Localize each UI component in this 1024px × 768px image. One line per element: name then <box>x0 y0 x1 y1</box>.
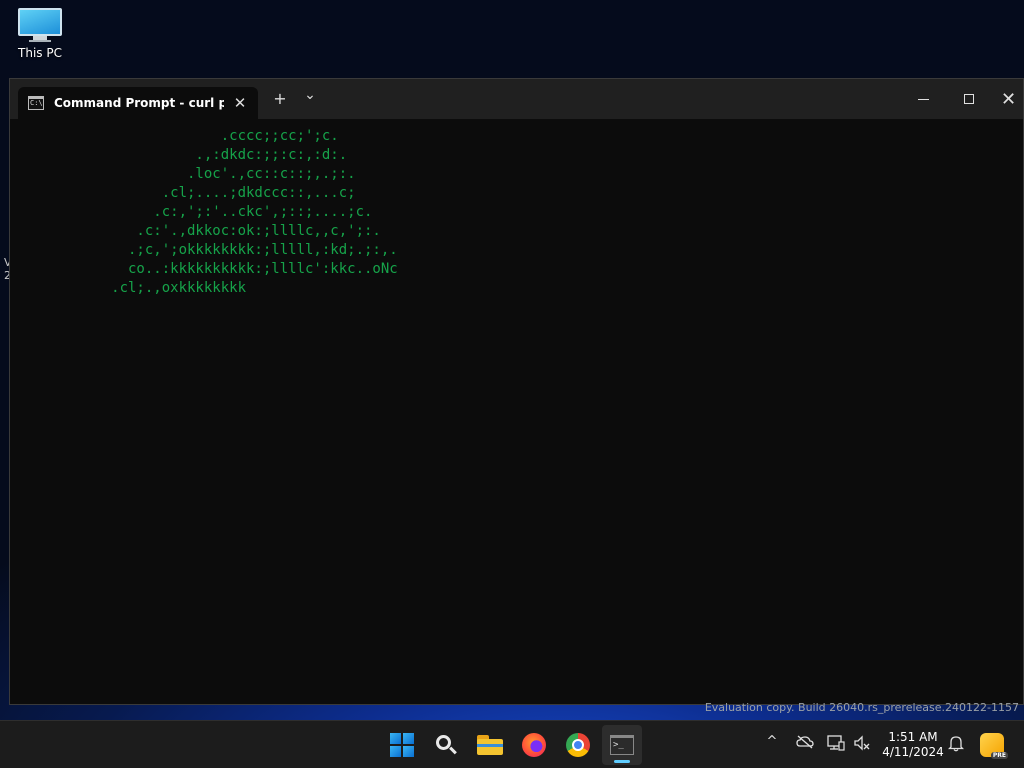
tab-command-prompt[interactable]: C:\ Command Prompt - curl parr ✕ <box>18 87 258 119</box>
terminal-line: .cccc;;cc;';c. <box>10 128 339 144</box>
title-bar[interactable]: C:\ Command Prompt - curl parr ✕ + ⌄ ✕ <box>10 79 1023 119</box>
clock-time: 1:51 AM <box>888 730 938 744</box>
terminal-taskbar-button[interactable]: >_ <box>602 725 642 765</box>
notifications-bell-icon[interactable] <box>946 734 966 756</box>
onedrive-cloud-icon[interactable] <box>795 735 815 753</box>
minimize-icon <box>917 98 929 100</box>
terminal-line: .cl;....;dkdccc::,...c; <box>10 185 356 201</box>
taskbar: >_ ^ 1:51 AM 4/11/2024 PRE <box>0 720 1024 768</box>
firefox-button[interactable] <box>514 725 554 765</box>
monitor-icon <box>18 8 62 42</box>
terminal-line: .loc'.,cc::c::;,.;:. <box>10 166 356 182</box>
terminal-icon: >_ <box>610 735 634 755</box>
network-icon[interactable] <box>826 735 846 755</box>
terminal-line: .;c,';okkkkkkkk:;lllll,:kd;.;:,. <box>10 242 398 258</box>
tab-dropdown-chevron-icon[interactable]: ⌄ <box>298 87 322 103</box>
maximize-icon <box>964 94 974 104</box>
chrome-button[interactable] <box>558 725 598 765</box>
search-button[interactable] <box>426 725 466 765</box>
terminal-line: .cl;.,oxkkkkkkkk <box>10 280 247 296</box>
tab-close-icon[interactable]: ✕ <box>230 94 250 112</box>
this-pc-label: This PC <box>18 46 62 60</box>
close-icon: ✕ <box>1000 88 1017 110</box>
pre-label: PRE <box>990 752 1008 759</box>
evaluation-watermark: Evaluation copy. Build 26040.rs_prerelea… <box>704 701 1019 714</box>
search-icon <box>435 734 457 756</box>
windows-logo-icon <box>390 733 414 757</box>
terminal-line: .c:,';:'..ckc',;::;....;c. <box>10 204 373 220</box>
system-clock[interactable]: 1:51 AM 4/11/2024 <box>882 730 944 760</box>
terminal-line: co..:kkkkkkkkkk:;llllc':kkc..oNc <box>10 261 398 277</box>
new-tab-button[interactable]: + <box>268 89 292 108</box>
terminal-line: .,:dkdc:;;:c:,:d:. <box>10 147 348 163</box>
show-hidden-icons-chevron-icon[interactable]: ^ <box>762 734 782 749</box>
close-window-button[interactable]: ✕ <box>992 79 1024 119</box>
volume-muted-icon[interactable] <box>852 735 872 755</box>
maximize-button[interactable] <box>946 79 992 119</box>
file-explorer-button[interactable] <box>470 725 510 765</box>
terminal-window: C:\ Command Prompt - curl parr ✕ + ⌄ ✕ .… <box>9 78 1024 705</box>
prerelease-badge-icon[interactable]: PRE <box>980 733 1008 759</box>
tab-title: Command Prompt - curl parr <box>54 96 224 110</box>
file-explorer-icon <box>477 735 503 755</box>
firefox-icon <box>522 733 546 757</box>
command-prompt-icon: C:\ <box>28 96 44 110</box>
terminal-output[interactable]: .cccc;;cc;';c. .,:dkdc:;;:c:,:d:. .loc'.… <box>10 119 1023 704</box>
active-app-indicator <box>614 760 630 763</box>
terminal-line: .c:'.,dkkoc:ok:;llllc,,c,';:. <box>10 223 381 239</box>
minimize-button[interactable] <box>900 79 946 119</box>
chrome-icon <box>566 733 590 757</box>
clock-date: 4/11/2024 <box>882 745 944 759</box>
this-pc-desktop-icon[interactable]: This PC <box>12 8 68 60</box>
start-button[interactable] <box>382 725 422 765</box>
